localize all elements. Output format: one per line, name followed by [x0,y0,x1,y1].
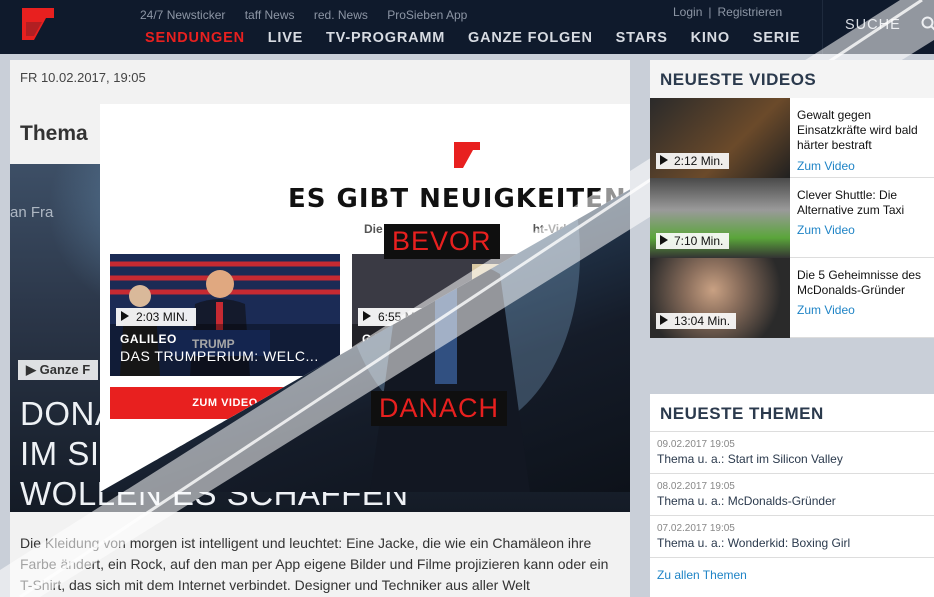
article-body: Die Kleidung von morgen ist intelligent … [20,535,609,593]
nav-live[interactable]: LIVE [268,30,303,46]
search-area[interactable]: SUCHE [822,0,934,54]
badge-label: Ganze F [39,362,91,377]
prosieben-logo-popup [454,142,480,168]
play-icon [121,311,129,321]
video-duration: 7:10 Min. [656,233,730,249]
all-themen-link[interactable]: Zu allen Themen [650,558,934,592]
thema-link[interactable]: Thema u. a.: Wonderkid: Boxing Girl [657,536,927,550]
popup-video-card-1[interactable]: TRUMP 2:03 MIN. GALILEO DAS TRUMPERIUM: … [110,254,340,376]
login-link[interactable]: Login [673,5,702,19]
video-item[interactable]: 13:04 Min. Die 5 Geheimnisse des McDonal… [650,258,934,338]
nav-sendungen[interactable]: SENDUNGEN [145,30,245,46]
video-item[interactable]: 2:12 Min. Gewalt gegen Einsatzkräfte wir… [650,98,934,178]
nav-kino[interactable]: KINO [691,30,730,46]
thema-date: 07.02.2017 19:05 [657,523,735,534]
hero-watermark: an Fra [10,204,54,221]
top-link-newsticker[interactable]: 24/7 Newsticker [140,8,225,22]
card-duration: 2:03 MIN. [116,308,197,326]
video-duration: 13:04 Min. [656,313,737,329]
duration-text: 7:10 Min. [674,234,724,248]
play-icon [660,235,668,245]
play-icon [363,311,371,321]
video-duration: 2:12 Min. [656,153,730,169]
card-title: DAS TRUMPERIUM: WELC... [120,348,319,364]
nav-ganze-folgen[interactable]: GANZE FOLGEN [468,30,593,46]
prosieben-logo[interactable] [20,6,56,42]
separator: | [708,5,712,19]
search-icon[interactable] [921,16,934,32]
duration-text: 13:04 Min. [674,314,731,328]
top-link-red-news[interactable]: red. News [314,8,368,22]
site-header: 24/7 Newsticker taff News red. News ProS… [0,0,934,54]
play-icon [660,315,668,325]
before-label: BEVOR [384,224,500,259]
nav-stars[interactable]: STARS [616,30,668,46]
thema-date: 08.02.2017 19:05 [657,481,735,492]
duration-text: 2:12 Min. [674,154,724,168]
video-thumbnail[interactable]: 13:04 Min. [650,258,790,338]
popup-subtitle-head: Die [364,222,383,236]
top-links: 24/7 Newsticker taff News red. News ProS… [140,8,483,22]
video-thumbnail[interactable]: 7:10 Min. [650,178,790,258]
videos-heading: NEUESTE VIDEOS [650,60,934,98]
play-icon [660,155,668,165]
video-title[interactable]: Gewalt gegen Einsatzkräfte wird bald här… [797,108,932,153]
duration-text: 2:03 MIN. [136,310,189,324]
main-nav: SENDUNGEN LIVE TV-PROGRAMM GANZE FOLGEN … [145,30,818,46]
nav-serie[interactable]: SERIE [753,30,801,46]
thema-item[interactable]: 08.02.2017 19:05 Thema u. a.: McDonalds-… [650,474,934,516]
zum-video-link[interactable]: Zum Video [797,223,855,237]
video-title[interactable]: Die 5 Geheimnisse des McDonalds-Gründer [797,268,932,298]
zum-video-link[interactable]: Zum Video [797,303,855,317]
popup-title: ES GIBT NEUIGKEITEN [288,184,627,214]
zum-video-link[interactable]: Zum Video [797,159,855,173]
after-label: DANACH [371,391,508,426]
themen-heading: NEUESTE THEMEN [650,394,934,432]
video-item[interactable]: 7:10 Min. Clever Shuttle: Die Alternativ… [650,178,934,258]
account-links: Login | Registrieren [673,5,782,19]
sidebar-themen: NEUESTE THEMEN 09.02.2017 19:05 Thema u.… [650,394,934,597]
register-link[interactable]: Registrieren [718,5,783,19]
nav-tv-programm[interactable]: TV-PROGRAMM [326,30,445,46]
thema-link[interactable]: Thema u. a.: Start im Silicon Valley [657,452,927,466]
ganze-folge-badge[interactable]: ▶ Ganze F [18,360,99,380]
article-dateline: FR 10.02.2017, 19:05 [20,70,146,85]
top-link-taff-news[interactable]: taff News [245,8,295,22]
video-title[interactable]: Clever Shuttle: Die Alternative zum Taxi [797,188,932,218]
thema-date: 09.02.2017 19:05 [657,439,735,450]
thema-item[interactable]: 09.02.2017 19:05 Thema u. a.: Start im S… [650,432,934,474]
thema-link[interactable]: Thema u. a.: McDonalds-Gründer [657,494,927,508]
top-link-app[interactable]: ProSieben App [387,8,467,22]
thema-item[interactable]: 07.02.2017 19:05 Thema u. a.: Wonderkid:… [650,516,934,558]
sidebar-videos: NEUESTE VIDEOS 2:12 Min. Gewalt gegen Ei… [650,60,934,338]
thema-heading: Thema [20,122,88,145]
card-category: GALILEO [120,332,177,346]
search-label[interactable]: SUCHE [845,17,901,33]
video-thumbnail[interactable]: 2:12 Min. [650,98,790,178]
